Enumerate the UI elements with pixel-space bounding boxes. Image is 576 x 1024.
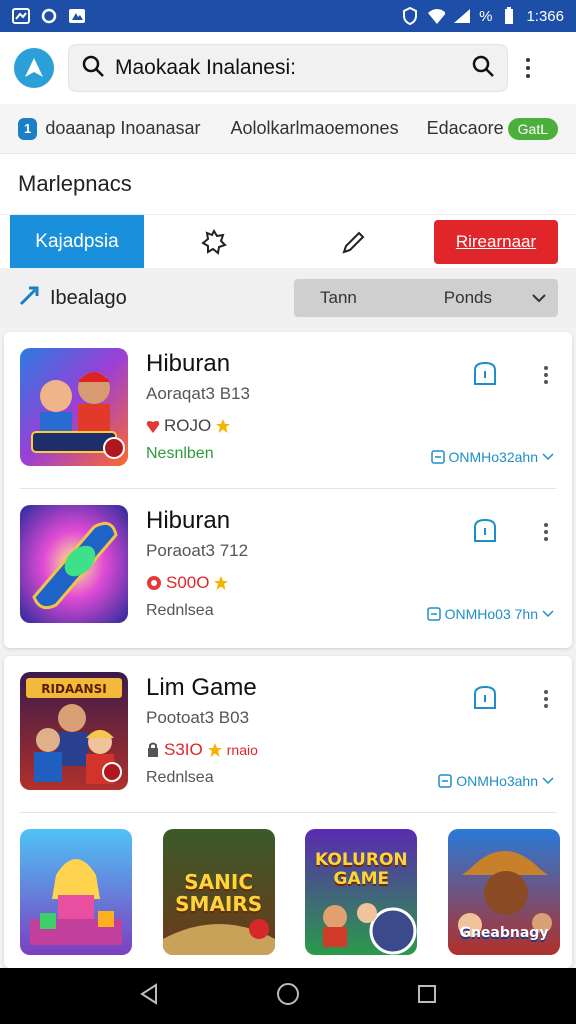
app-title: Lim Game [146,674,257,701]
download-icon [438,774,453,788]
app-title: Hiburan [146,350,231,377]
item-menu-icon[interactable] [544,690,548,708]
search-input[interactable]: Maokaak Inalanesi: [68,44,508,92]
app-rating: ROJO [146,416,231,436]
tile-label: Gneabnagy [459,925,549,941]
recents-icon[interactable] [416,983,438,1010]
rating-value: S00O [166,573,210,592]
chevron-down-icon [542,610,554,618]
grid-tile[interactable]: KOLURON GAME [305,829,418,955]
sync-icon [40,7,58,25]
status-bar: % 1:366 [0,0,576,32]
app-subtitle: Aoraqat3 B13 [146,384,250,403]
tab-active[interactable]: Kajadpsia [10,214,144,269]
category-item[interactable]: Edacaore [427,118,504,139]
battery-icon [500,7,518,25]
gallery-icon [68,7,86,25]
search-query[interactable]: Maokaak Inalanesi: [115,56,471,80]
wifi-icon [427,7,446,25]
badge-icon [201,228,227,255]
size-link[interactable]: ONMHo03 7hn [426,606,554,622]
size-text: ONMHo32ahn [448,449,539,465]
grid-tile[interactable]: Gneabnagy [447,829,560,955]
notification-icon [12,7,30,25]
size-link[interactable]: ONMHo3ahn [438,773,554,789]
lock-icon [148,742,158,757]
app-list-card: RIDAANSI Lim Game Pootoat3 B03 S3IO rnai… [4,656,572,968]
home-icon[interactable] [276,982,300,1011]
app-rating: S3IO rnaio [146,740,258,760]
category-pill[interactable]: GatL [507,117,558,140]
install-icon[interactable] [470,517,500,550]
rating-value: S3IO [164,740,203,759]
star-icon [214,576,229,590]
list-item[interactable]: Hiburan Poraoat3 712 S00O Rednlsea ONMHo… [4,489,572,645]
list-item[interactable]: RIDAANSI Lim Game Pootoat3 B03 S3IO rnai… [4,656,572,812]
rating-value: ROJO [164,416,212,435]
install-icon[interactable] [470,360,500,393]
search-submit-icon[interactable] [471,54,495,83]
signal-icon [453,7,471,25]
app-thumbnail[interactable]: RIDAANSI [20,672,128,790]
battery-text: % [479,7,493,25]
tab-bar: Kajadpsia Rirearnaar [0,214,576,269]
app-status: Rednlsea [146,602,214,619]
list-item[interactable]: Hiburan Aoraqat3 B13 ROJO Nesnlben ONMHo… [4,332,572,488]
rating-extra: rnaio [226,742,258,758]
filter-icon[interactable] [18,285,40,312]
app-list-card: Hiburan Aoraqat3 B13 ROJO Nesnlben ONMHo… [4,332,572,648]
item-menu-icon[interactable] [544,366,548,384]
install-icon[interactable] [470,684,500,717]
app-grid: SANIC SMAIRS KOLURON GAME Gneabnagy [4,813,572,955]
app-title: Hiburan [146,507,231,534]
app-subtitle: Pootoat3 B03 [146,708,250,727]
tile-label: SANIC SMAIRS [175,870,263,916]
grid-tile[interactable] [20,829,132,955]
system-nav-bar [0,968,576,1024]
app-thumbnail[interactable] [20,505,128,623]
search-header: Maokaak Inalanesi: [0,32,576,104]
tab-red-button[interactable]: Rirearnaar [434,219,558,264]
search-icon[interactable] [81,54,105,83]
item-menu-icon[interactable] [544,523,548,541]
chevron-down-icon [542,777,554,785]
app-status: Nesnlben [146,445,214,462]
size-text: ONMHo3ahn [456,773,538,789]
section-title: Marlepnacs [0,154,576,214]
sort-dropdown[interactable]: Tann Ponds [294,279,558,317]
coin-icon [147,576,161,590]
filter-label[interactable]: Ibealago [50,287,127,310]
thumb-title: RIDAANSI [41,682,106,696]
sort-option-b: Ponds [443,288,492,307]
shield-icon [401,7,419,25]
store-logo-icon[interactable] [14,48,54,88]
app-thumbnail[interactable] [20,348,128,466]
sort-option-a: Tann [320,288,357,307]
category-item[interactable]: doaanap Inoanasar [45,118,200,139]
app-subtitle: Poraoat3 712 [146,541,249,560]
category-strip: 1 doaanap Inoanasar Aololkarlmaoemones E… [0,104,576,154]
overflow-menu-icon[interactable] [526,58,530,78]
star-icon [207,743,222,757]
tile-label: KOLURON GAME [314,850,408,889]
tab-edit[interactable] [284,215,424,269]
back-icon[interactable] [138,982,160,1010]
size-link[interactable]: ONMHo32ahn [430,449,555,465]
grid-tile[interactable]: SANIC SMAIRS [162,829,275,955]
app-rating: S00O [146,573,229,593]
tab-badge[interactable] [144,215,284,269]
filter-row: Ibealago Tann Ponds [0,268,576,328]
heart-icon [146,421,160,433]
category-badge: 1 [18,117,38,140]
star-icon [216,419,231,433]
category-item[interactable]: Aololkarlmaoemones [230,118,398,139]
clock: 1:366 [526,7,564,25]
pencil-icon [342,231,365,254]
download-icon [426,607,441,621]
size-text: ONMHo03 7hn [444,606,538,622]
download-icon [430,450,445,464]
chevron-down-icon [542,453,554,461]
app-status: Rednlsea [146,769,214,786]
chevron-down-icon [532,288,546,308]
